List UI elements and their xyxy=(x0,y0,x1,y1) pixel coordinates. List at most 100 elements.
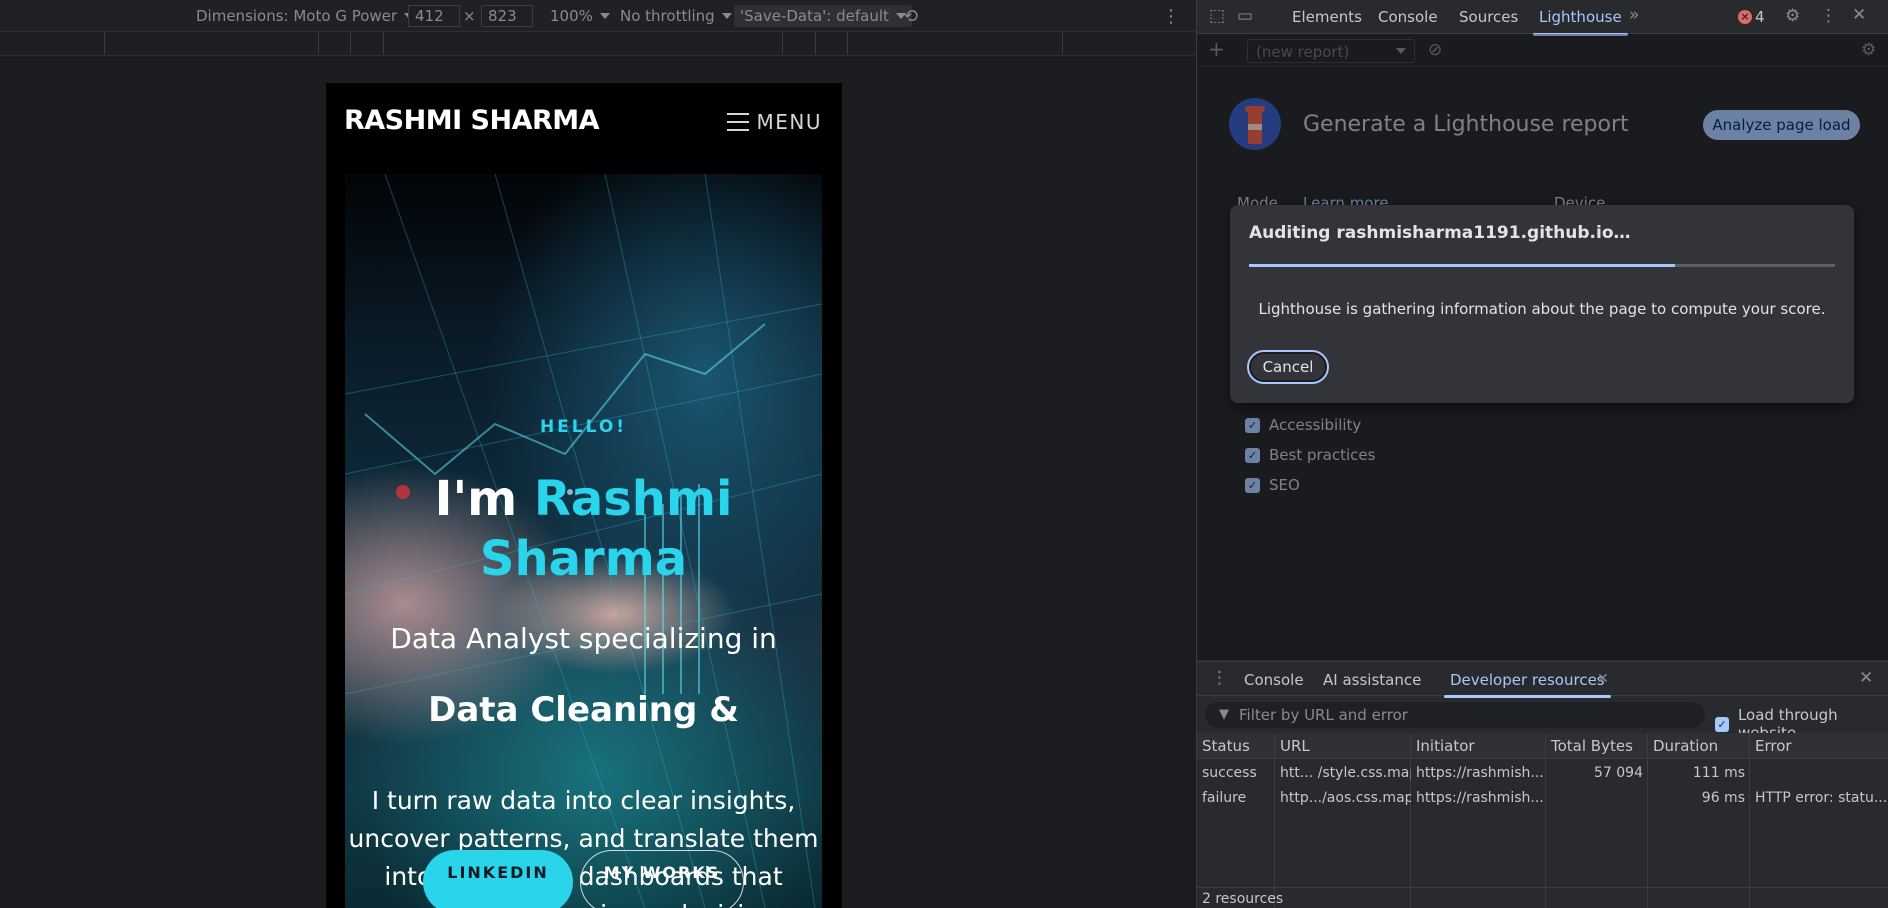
resources-table: Status URL Initiator Total Bytes Duratio… xyxy=(1197,733,1888,908)
error-counter[interactable]: × 4 xyxy=(1738,8,1765,26)
linkedin-button[interactable]: LINKEDIN xyxy=(423,850,573,908)
error-count: 4 xyxy=(1755,8,1765,26)
column-divider xyxy=(1647,759,1648,908)
zoom-select[interactable]: 100% xyxy=(550,5,610,27)
ruler-tick xyxy=(815,32,816,54)
cell-total-bytes: 57 094 xyxy=(1594,765,1643,781)
column-header-initiator[interactable]: Initiator xyxy=(1411,733,1546,759)
devtools-tabbar: ⬚ ▭ Elements Console Sources Lighthouse … xyxy=(1197,0,1888,36)
ruler-tick xyxy=(782,32,783,54)
ruler-tick xyxy=(383,32,384,54)
filter-icon: ▼ xyxy=(1219,707,1229,722)
zoom-label: 100% xyxy=(550,7,593,25)
column-header-error[interactable]: Error xyxy=(1750,733,1888,759)
chevron-down-icon xyxy=(599,13,610,19)
cancel-button[interactable]: Cancel xyxy=(1247,350,1329,384)
audit-progress-bar xyxy=(1249,264,1835,267)
throttling-select[interactable]: No throttling xyxy=(620,5,732,27)
audit-progress-fill xyxy=(1249,264,1676,267)
cell-initiator: https://rashmish... xyxy=(1416,765,1544,781)
column-header-total-bytes[interactable]: Total Bytes xyxy=(1546,733,1648,759)
device-toolbar: Dimensions: Moto G Power 412 × 823 100% … xyxy=(0,0,1196,32)
app-root: Dimensions: Moto G Power 412 × 823 100% … xyxy=(0,0,1888,908)
column-header-url[interactable]: URL xyxy=(1275,733,1411,759)
rotate-icon[interactable]: ⟲ xyxy=(903,5,918,27)
device-emulation-pane: Dimensions: Moto G Power 412 × 823 100% … xyxy=(0,0,1196,908)
settings-gear-icon[interactable]: ⚙ xyxy=(1785,8,1800,25)
dialog-message: Lighthouse is gathering information abou… xyxy=(1258,300,1826,318)
hero-im: I'm xyxy=(434,471,534,527)
tab-sources[interactable]: Sources xyxy=(1459,8,1518,26)
menu-label: MENU xyxy=(756,110,822,134)
my-works-button[interactable]: MY WORKS xyxy=(580,850,744,908)
auditing-dialog: Auditing rashmisharma1191.github.io… Lig… xyxy=(1230,205,1854,403)
dimensions-label: Dimensions: Moto G Power xyxy=(196,7,398,25)
cell-error: HTTP error: statu... xyxy=(1755,790,1888,806)
close-drawer-icon[interactable]: ✕ xyxy=(1859,670,1873,687)
checkbox-checked-icon: ✓ xyxy=(1715,716,1729,732)
tab-elements[interactable]: Elements xyxy=(1292,8,1362,26)
close-tab-icon[interactable]: ✕ xyxy=(1597,671,1609,688)
width-value: 412 xyxy=(415,7,444,25)
devtools-panel: ⬚ ▭ Elements Console Sources Lighthouse … xyxy=(1196,0,1888,908)
menu-button[interactable]: MENU xyxy=(726,110,823,134)
tab-lighthouse[interactable]: Lighthouse xyxy=(1533,8,1628,36)
devtools-drawer: ⋮ Console AI assistance Developer resour… xyxy=(1197,661,1888,908)
device-toggle-icon[interactable]: ▭ xyxy=(1237,8,1253,25)
width-input[interactable]: 412 xyxy=(408,5,460,27)
inspect-element-icon[interactable]: ⬚ xyxy=(1209,8,1225,25)
dimensions-select[interactable]: Dimensions: Moto G Power xyxy=(196,5,415,27)
more-options-icon[interactable]: ⋮ xyxy=(1820,8,1837,25)
drawer-tab-console[interactable]: Console xyxy=(1244,671,1304,689)
resources-footer: 2 resources xyxy=(1197,887,1888,908)
column-header-status[interactable]: Status xyxy=(1197,733,1275,759)
save-data-label: 'Save-Data': default xyxy=(740,7,889,25)
dialog-title: Auditing rashmisharma1191.github.io… xyxy=(1249,223,1631,243)
save-data-select[interactable]: 'Save-Data': default xyxy=(734,5,912,27)
height-input[interactable]: 823 xyxy=(481,5,533,27)
throttling-label: No throttling xyxy=(620,7,715,25)
hero-headline: I'm Rashmi Sharma xyxy=(345,469,822,589)
ruler-tick xyxy=(1062,32,1063,54)
tab-console[interactable]: Console xyxy=(1378,8,1438,26)
cell-status: success xyxy=(1202,765,1257,781)
column-divider xyxy=(1410,759,1411,908)
column-divider xyxy=(1274,759,1275,908)
hero-greeting: HELLO! xyxy=(539,417,628,437)
cell-url: htt... /style.css.map xyxy=(1280,765,1411,781)
device-ruler xyxy=(0,32,1196,56)
hamburger-icon xyxy=(726,113,749,131)
hero-name-last: Sharma xyxy=(479,531,688,587)
cell-duration: 96 ms xyxy=(1701,790,1745,806)
hero-name-first: Rashmi xyxy=(533,471,733,527)
error-icon: × xyxy=(1738,10,1752,24)
drawer-tabbar: ⋮ Console AI assistance Developer resour… xyxy=(1197,662,1888,698)
cell-initiator: https://rashmish... xyxy=(1416,790,1544,806)
cell-status: failure xyxy=(1202,790,1247,806)
close-icon[interactable]: ✕ xyxy=(1852,7,1866,24)
times-sign: × xyxy=(463,7,476,25)
cell-duration: 111 ms xyxy=(1692,765,1745,781)
hero-typed-text: Data Cleaning & xyxy=(428,690,739,730)
column-divider xyxy=(1749,759,1750,908)
ruler-tick xyxy=(847,32,848,54)
filter-placeholder: Filter by URL and error xyxy=(1239,706,1408,724)
drawer-menu-icon[interactable]: ⋮ xyxy=(1211,670,1228,687)
height-value: 823 xyxy=(488,7,517,25)
cell-url: http.../aos.css.map xyxy=(1280,790,1411,806)
site-brand[interactable]: RASHMI SHARMA xyxy=(344,105,600,136)
drawer-tab-ai-assistance[interactable]: AI assistance xyxy=(1323,671,1421,689)
more-tabs-icon[interactable]: » xyxy=(1629,7,1639,24)
ruler-tick xyxy=(318,32,319,54)
column-divider xyxy=(1545,759,1546,908)
resource-filter-input[interactable]: ▼ Filter by URL and error xyxy=(1205,702,1705,728)
more-options-icon[interactable]: ⋮ xyxy=(1162,5,1180,27)
hero-section: HELLO! I'm Rashmi Sharma Data Analyst sp… xyxy=(345,174,822,908)
chevron-down-icon xyxy=(721,13,732,19)
ruler-tick xyxy=(104,32,105,54)
drawer-tab-developer-resources[interactable]: Developer resources xyxy=(1444,671,1611,698)
column-header-duration[interactable]: Duration xyxy=(1648,733,1750,759)
hero-specialty: Data Analyst specializing in xyxy=(390,622,777,655)
ruler-tick xyxy=(350,32,351,54)
emulated-page: RASHMI SHARMA MENU HELLO! I'm Rashmi Sha… xyxy=(326,83,842,908)
